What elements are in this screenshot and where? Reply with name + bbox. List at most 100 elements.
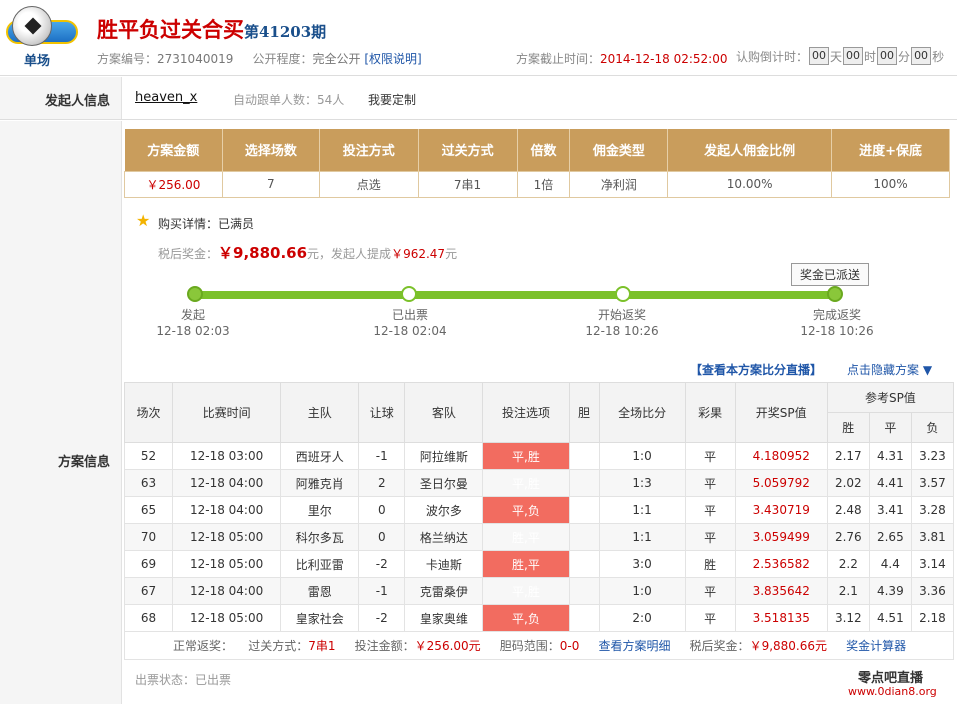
bet-pick: 平,负 <box>482 496 570 524</box>
draw-sp: 3.518135 <box>734 604 828 632</box>
detail-header: 投注选项 <box>482 382 570 443</box>
away-team: 圣日尔曼 <box>404 469 484 497</box>
ref-sp-win: 3.12 <box>826 604 870 632</box>
prize-calculator-link[interactable]: 奖金计算器 <box>846 639 906 653</box>
banker <box>568 442 600 470</box>
view-plan-detail-link[interactable]: 查看方案明细 <box>598 639 670 653</box>
match-no: 67 <box>123 577 174 605</box>
handicap: 2 <box>358 469 406 497</box>
countdown-seconds: 00 <box>911 47 932 65</box>
match-no: 63 <box>123 469 174 497</box>
detail-header: 彩果 <box>684 382 736 443</box>
bet-pick: 平,胜 <box>482 577 570 605</box>
away-team: 克雷桑伊 <box>404 577 484 605</box>
handicap: 0 <box>358 496 406 524</box>
home-team: 里尔 <box>280 496 360 524</box>
sponsor-name-link[interactable]: heaven_x <box>135 90 197 105</box>
sponsor-commission: ￥962.47 <box>391 247 446 261</box>
result: 平 <box>684 496 736 524</box>
live-score-link[interactable]: 【查看本方案比分直播】 <box>690 361 822 378</box>
match-no: 70 <box>123 523 174 551</box>
ref-sp-lose: 3.23 <box>910 442 955 470</box>
football-icon <box>12 6 52 46</box>
plan-meta: 方案编号：2731040019 公开程度：完全公开 [权限说明] <box>97 52 422 66</box>
detail-header: 胆 <box>568 382 600 443</box>
deadline-time: 2014-12-18 02:52:00 <box>600 52 728 66</box>
sp-group-header: 参考SP值 <box>826 382 955 413</box>
plan-amount: ￥256.00 <box>124 170 223 198</box>
detail-table: 场次 比赛时间 主队 让球 客队 投注选项 胆 全场比分 彩果 开奖SP值 参考… <box>123 382 955 660</box>
match-time: 12-18 03:00 <box>172 442 282 470</box>
after-tax-prize: ￥9,880.66 <box>218 244 308 262</box>
hide-plan-link[interactable]: 点击隐藏方案 ▼ <box>847 361 932 378</box>
draw-sp: 2.536582 <box>734 550 828 578</box>
progress-step: 开始返奖 12-18 10:26 <box>585 308 659 338</box>
page-title: 胜平负过关合买第41203期 <box>97 17 327 42</box>
full-score: 1:0 <box>598 442 686 470</box>
handicap: -1 <box>358 442 406 470</box>
progress-step: 已出票 12-18 02:04 <box>373 308 447 338</box>
match-time: 12-18 04:00 <box>172 496 282 524</box>
sponsor-label: 发起人信息 <box>44 94 110 109</box>
draw-sp: 3.430719 <box>734 496 828 524</box>
commission-type: 净利润 <box>569 170 669 198</box>
bet-pick: 胜,平 <box>482 550 570 578</box>
custom-link[interactable]: 我要定制 <box>368 91 416 108</box>
detail-header: 主队 <box>280 382 360 443</box>
prize-distributed-badge: 奖金已派送 <box>791 263 870 286</box>
result: 胜 <box>684 550 736 578</box>
banker <box>568 577 600 605</box>
ref-sp-draw: 4.4 <box>868 550 912 578</box>
plan-section: 方案信息 方案金额 选择场数 投注方式 过关方式 倍数 佣金类型 发起人佣金比例… <box>0 121 957 704</box>
full-score: 1:1 <box>598 496 686 524</box>
table-row: 68 12-18 05:00 皇家社会 -2 皇家奥维 平,负 2:0 平 3.518135 3.… <box>123 604 955 632</box>
table-row: 67 12-18 04:00 雷恩 -1 克雷桑伊 平,胜 1:0 平 3.835642 2.1 4… <box>123 577 955 605</box>
footer-range: 0-0 <box>559 639 580 653</box>
handicap: -2 <box>358 550 406 578</box>
deadline: 方案截止时间：2014-12-18 02:52:00 <box>516 52 728 66</box>
progress-step: 发起 12-18 02:03 <box>156 308 230 338</box>
detail-footer: 正常返奖： 过关方式：7串1 投注金额：￥256.00元 胆码范围：0-0 查看… <box>124 631 954 660</box>
home-team: 阿雅克肖 <box>280 469 360 497</box>
detail-header: 让球 <box>358 382 406 443</box>
plan-number: 2731040019 <box>157 52 234 66</box>
away-team: 阿拉维斯 <box>404 442 484 470</box>
summary-header: 倍数 <box>517 129 571 171</box>
bet-pick: 平,负 <box>482 604 570 632</box>
ref-sp-win: 2.2 <box>826 550 870 578</box>
public-level: 完全公开 <box>312 52 361 66</box>
progress-dot-payout-start <box>615 286 631 302</box>
countdown-days: 00 <box>809 47 830 65</box>
star-icon: ★ <box>136 211 151 230</box>
draw-sp: 3.835642 <box>734 577 828 605</box>
logo: 单场 <box>6 4 78 69</box>
page-header: 单场 胜平负过关合买第41203期 方案编号：2731040019 公开程度：完… <box>0 0 957 76</box>
ref-sp-win: 2.02 <box>826 469 870 497</box>
ref-sp-win: 2.48 <box>826 496 870 524</box>
sponsor-section: 发起人信息 heaven_x 自动跟单人数：54人 我要定制 <box>0 77 957 120</box>
auto-follow-count: 自动跟单人数：54人 <box>233 93 345 107</box>
summary-table: 方案金额 选择场数 投注方式 过关方式 倍数 佣金类型 发起人佣金比例 进度+保… <box>124 129 950 198</box>
full-score: 1:0 <box>598 577 686 605</box>
full-score: 2:0 <box>598 604 686 632</box>
table-row: 69 12-18 05:00 比利亚雷 -2 卡迪斯 胜,平 3:0 胜 2.536582 2.2… <box>123 550 955 578</box>
ref-sp-lose: 3.14 <box>910 550 955 578</box>
ref-sp-lose: 3.36 <box>910 577 955 605</box>
progress-track <box>190 291 840 299</box>
permission-link[interactable]: [权限说明] <box>364 52 421 66</box>
prize-line: 税后奖金：￥9,880.66元，发起人提成￥962.47元 <box>158 244 458 262</box>
logo-subtitle: 单场 <box>24 54 51 69</box>
full-score: 1:1 <box>598 523 686 551</box>
summary-header: 发起人佣金比例 <box>667 129 833 171</box>
banker <box>568 496 600 524</box>
countdown-hours: 00 <box>843 47 864 65</box>
pass-method: 7串1 <box>417 170 518 198</box>
draw-sp: 3.059499 <box>734 523 828 551</box>
progress-dot-start <box>187 286 203 302</box>
detail-header: 客队 <box>404 382 484 443</box>
match-time: 12-18 04:00 <box>172 577 282 605</box>
summary-header: 投注方式 <box>319 129 419 171</box>
progress-dot-payout-done <box>827 286 843 302</box>
away-team: 卡迪斯 <box>404 550 484 578</box>
result: 平 <box>684 469 736 497</box>
